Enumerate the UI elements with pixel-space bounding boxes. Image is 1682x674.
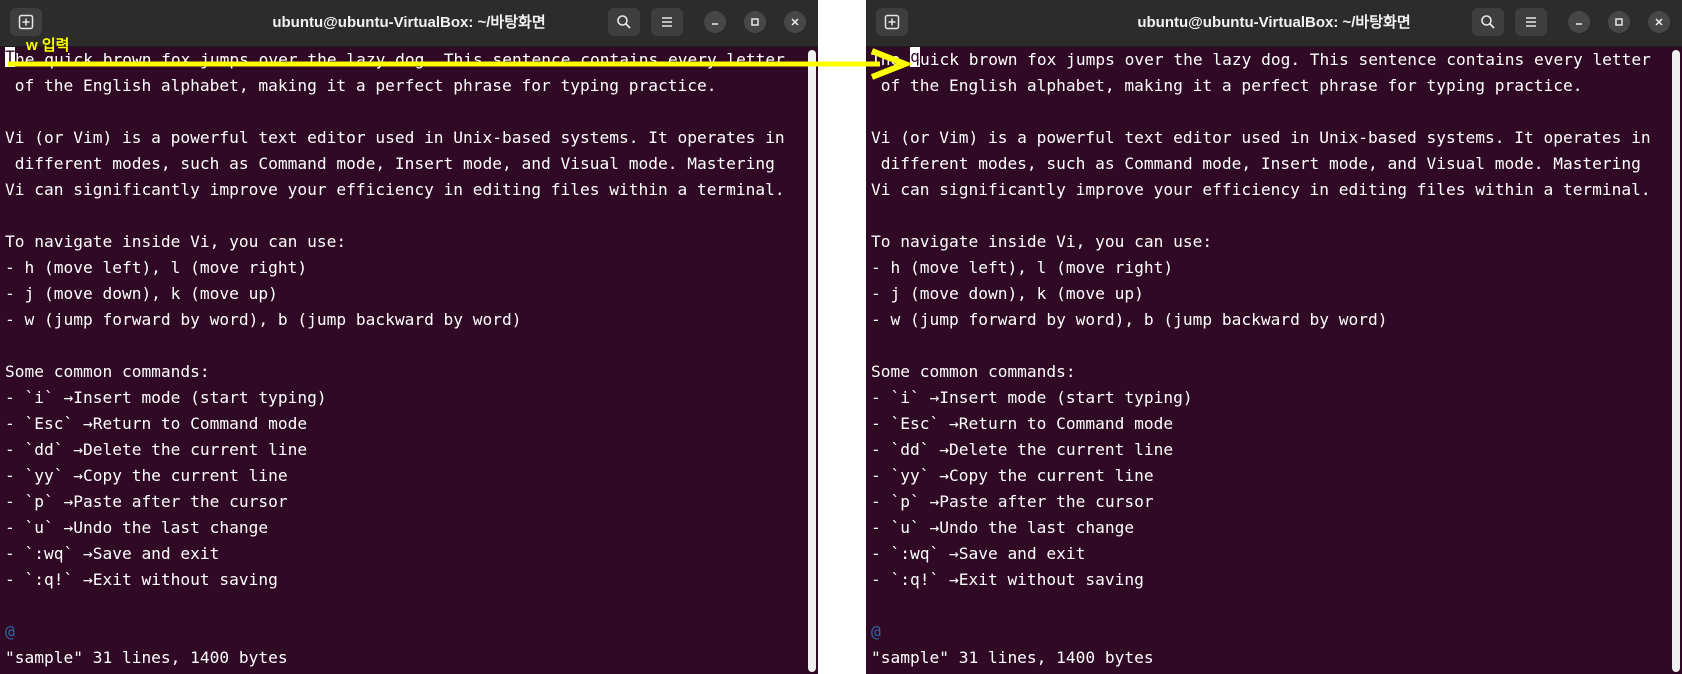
annotation-label: w 입력 <box>26 37 70 54</box>
annotation-arrow <box>8 48 914 80</box>
